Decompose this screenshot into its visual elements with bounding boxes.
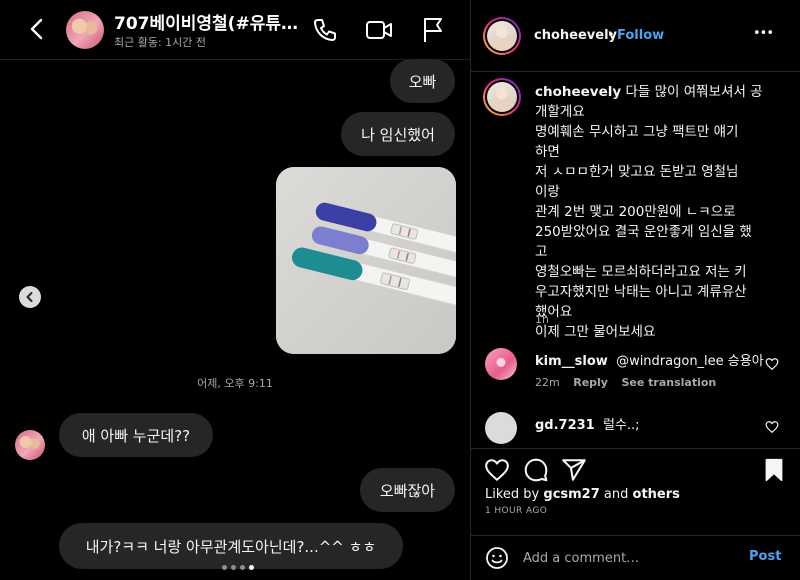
comment-meta: 22m Reply See translation (535, 376, 726, 389)
dm-screenshot: 707베이비영철(#유튜… 최근 활동: 1시간 전 오빠 나 임신했어 어제,… (0, 0, 470, 580)
carousel-prev-button[interactable] (19, 286, 41, 308)
post-panel: choheevely • Follow ••• choheevely 다들 많이… (470, 0, 800, 580)
emoji-icon[interactable] (485, 546, 509, 570)
author-username[interactable]: choheevely (534, 28, 617, 43)
message-bubble-sent[interactable]: 오빠잖아 (360, 468, 455, 512)
sender-avatar[interactable] (15, 430, 45, 460)
add-comment-bar: Post (471, 535, 800, 579)
phone-icon[interactable] (310, 15, 340, 45)
video-camera-icon[interactable] (364, 15, 394, 45)
commenter-username[interactable]: gd.7231 (535, 418, 595, 433)
comment-body: gd.7231 럴수..; (535, 414, 640, 433)
post-actions: Liked by gcsm27 and others 1 HOUR AGO Po… (471, 448, 800, 578)
likes-others[interactable]: others (633, 487, 680, 502)
commenter-avatar[interactable] (485, 348, 517, 380)
likes-user[interactable]: gcsm27 (543, 487, 599, 502)
chevron-left-icon (26, 292, 33, 302)
more-icon[interactable]: ••• (753, 26, 774, 41)
post-header: choheevely • Follow ••• (471, 0, 800, 72)
comment-item: gd.7231 럴수..; (471, 408, 800, 446)
message-bubble-received[interactable]: 내가?ㅋㅋ 너랑 아무관계도아닌데?...^^ ㅎㅎ (59, 523, 403, 569)
heart-icon[interactable] (484, 457, 510, 483)
caption-line: 고 (535, 244, 548, 260)
caption-line: 명예훼손 무시하고 그냥 팩트만 얘기 (535, 124, 739, 140)
post-age[interactable]: 1 HOUR AGO (485, 506, 547, 516)
dm-contact-name[interactable]: 707베이비영철(#유튜… (114, 9, 304, 34)
caption-line: 250받았어요 결국 운안좋게 임신을 했 (535, 224, 752, 240)
see-translation-button[interactable]: See translation (621, 376, 716, 389)
like-comment-icon[interactable] (765, 420, 779, 434)
caption-line: 우고자했지만 낙태는 아니고 계류유산 (535, 284, 747, 300)
separator-dot: • (607, 28, 615, 43)
follow-button[interactable]: Follow (617, 28, 664, 43)
bookmark-icon[interactable] (761, 457, 787, 483)
comment-time: 22m (535, 376, 560, 389)
caption-line: 저 ㅅㅁㅁ한거 맞고요 돈받고 영철님 (535, 164, 739, 180)
post-comment-button[interactable]: Post (749, 549, 781, 564)
carousel-dot (222, 565, 227, 570)
message-timestamp: 어제, 오후 9:11 (197, 377, 273, 390)
caption-line: 하면 (535, 144, 560, 160)
author-avatar[interactable] (483, 17, 521, 55)
dm-avatar[interactable] (66, 11, 104, 49)
caption-time[interactable]: 1h (535, 313, 549, 326)
likes-summary: Liked by gcsm27 and others (485, 487, 680, 502)
share-icon[interactable] (561, 457, 587, 483)
commenter-username[interactable]: kim__slow (535, 354, 608, 369)
caption-username[interactable]: choheevely (535, 84, 621, 100)
likes-mid: and (599, 487, 633, 502)
message-bubble-sent[interactable]: 나 임신했어 (341, 112, 455, 156)
caption-line: 개할게요 (535, 104, 585, 120)
comment-text: @windragon_lee 승용아 (616, 354, 764, 369)
comment-item: kim__slow @windragon_lee 승용아 22m Reply S… (471, 346, 800, 396)
carousel-dot (240, 565, 245, 570)
caption-line: 영철오빠는 모르쇠하더라고요 저는 키 (535, 264, 747, 280)
comment-icon[interactable] (523, 457, 549, 483)
dm-activity-status: 최근 활동: 1시간 전 (114, 36, 207, 49)
caption-line: 이제 그만 물어보세요 (535, 324, 656, 340)
comment-input[interactable] (523, 544, 743, 572)
pregnancy-test-image (276, 167, 456, 354)
message-bubble-sent[interactable]: 오빠 (390, 59, 455, 103)
dm-header: 707베이비영철(#유튜… 최근 활동: 1시간 전 (0, 0, 470, 60)
message-bubble-received[interactable]: 애 아빠 누군데?? (59, 413, 213, 457)
carousel-dots (222, 565, 254, 570)
caption-line: 관계 2번 맺고 200만원에 ㄴㅋ으로 (535, 204, 736, 220)
likes-prefix: Liked by (485, 487, 544, 502)
caption-line: 이랑 (535, 184, 560, 200)
comment-text: 럴수..; (603, 418, 640, 433)
back-arrow-icon[interactable] (22, 14, 52, 44)
caption-avatar[interactable] (483, 78, 521, 116)
commenter-avatar[interactable] (485, 412, 517, 444)
caption-line: 했어요 (535, 304, 573, 320)
carousel-dot (231, 565, 236, 570)
comment-body: kim__slow @windragon_lee 승용아 (535, 350, 764, 369)
pregnancy-test-photo[interactable] (276, 167, 456, 354)
caption-line: 다들 많이 여쭤보셔서 공 (625, 84, 763, 100)
flag-icon[interactable] (418, 15, 448, 45)
reply-button[interactable]: Reply (573, 376, 608, 389)
like-comment-icon[interactable] (765, 357, 779, 371)
post-caption: choheevely 다들 많이 여쭤보셔서 공 개할게요 명예훼손 무시하고 … (535, 82, 767, 342)
carousel-dot-active (249, 565, 254, 570)
